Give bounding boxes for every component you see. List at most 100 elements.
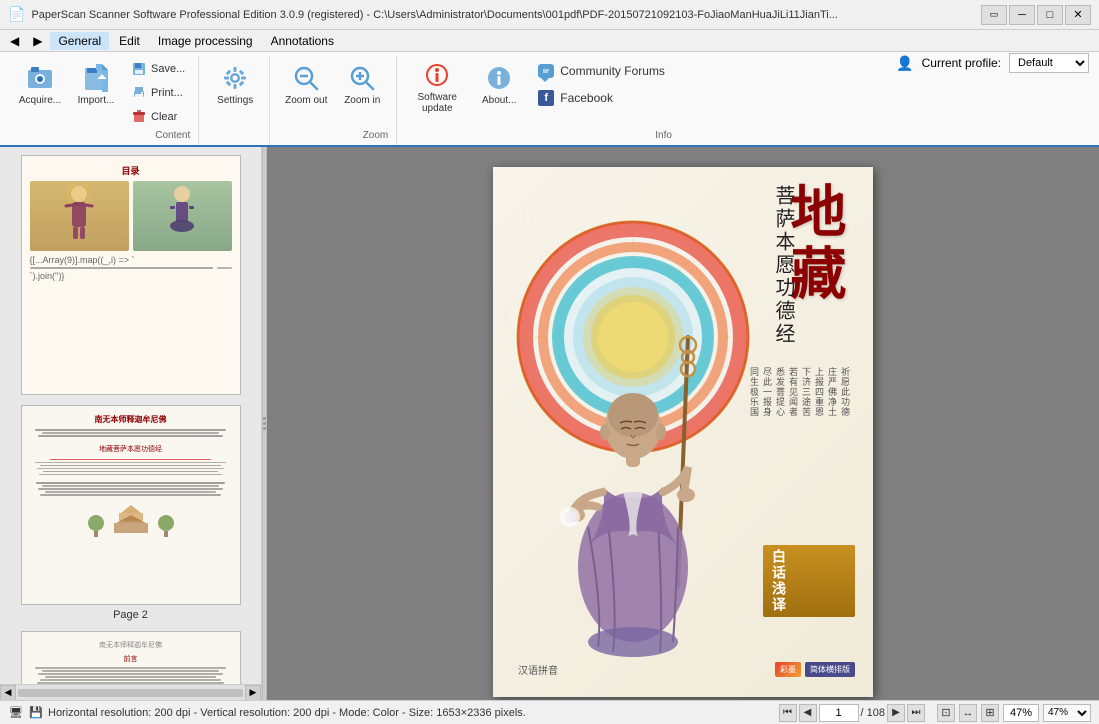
zoom-group-label: Zoom xyxy=(363,130,389,141)
menu-bar: ◀ ▶ General Edit Image processing Annota… xyxy=(0,30,1099,52)
settings-icon xyxy=(221,64,249,92)
right-text-col-7: 尽此一报身 xyxy=(760,367,774,417)
about-button[interactable]: About... xyxy=(471,56,527,112)
community-forums-icon xyxy=(538,64,554,78)
right-text-col-4: 下济三途苦 xyxy=(799,367,813,417)
first-page-button[interactable]: ⏮ xyxy=(779,704,797,722)
clear-icon xyxy=(131,109,147,125)
page-total: / 108 xyxy=(861,707,885,719)
bottom-left-label: 汉语拼音 xyxy=(518,662,558,677)
clear-button[interactable]: Clear xyxy=(126,106,190,128)
restore-down-button[interactable]: ▭ xyxy=(981,5,1007,25)
software-update-label: Software update xyxy=(418,92,457,114)
zoom-out-label: Zoom out xyxy=(285,95,327,106)
status-icon-2[interactable]: 💾 xyxy=(28,705,44,721)
import-icon xyxy=(82,64,110,92)
software-update-button[interactable]: Software update xyxy=(407,56,467,117)
actual-size-button[interactable]: ⊞ xyxy=(981,704,999,722)
settings-button[interactable]: Settings xyxy=(209,56,261,112)
settings-label: Settings xyxy=(217,95,253,106)
edition-badge: 简体横排版 xyxy=(805,662,855,677)
print-icon xyxy=(131,85,147,101)
tab-image-processing[interactable]: Image processing xyxy=(150,32,261,50)
print-label: Print... xyxy=(151,87,183,99)
tab-general[interactable]: General xyxy=(50,32,109,50)
app-icon: 📄 xyxy=(8,6,25,23)
maximize-icon: □ xyxy=(1047,9,1054,21)
scroll-left-button[interactable]: ◀ xyxy=(0,685,16,701)
thumbnail-3-image: 南无本师释迦牟尼佛 前言 xyxy=(21,631,241,684)
acquire-label: Acquire... xyxy=(19,95,61,106)
thumbnail-1[interactable]: 目录 xyxy=(21,155,241,395)
thumbnail-3[interactable]: 南无本师释迦牟尼佛 前言 xyxy=(21,631,241,684)
maximize-button[interactable]: □ xyxy=(1037,5,1063,25)
page-navigation: ⏮ ◀ / 108 ▶ ⏭ xyxy=(779,704,925,722)
next-page-button[interactable]: ▶ xyxy=(887,704,905,722)
status-icons: ⊡ ↔ ⊞ xyxy=(937,704,999,722)
profile-select[interactable]: Default xyxy=(1009,53,1089,73)
acquire-button[interactable]: Acquire... xyxy=(14,56,66,112)
zoom-dropdown[interactable]: 47% 25% 50% 75% 100% 150% 200% xyxy=(1043,704,1091,722)
fit-width-button[interactable]: ↔ xyxy=(959,704,977,722)
ribbon-group-content: Acquire... Import... xyxy=(6,56,199,145)
document-view[interactable]: 地藏 菩萨本愿功德经 祈愿此功德 庄严佛净土 上报四重恩 下济三途苦 若有见闻者… xyxy=(267,147,1099,700)
scroll-right-button[interactable]: ▶ xyxy=(245,685,261,701)
right-text-col-1: 祈愿此功德 xyxy=(838,367,852,417)
color-badge: 彩墨 xyxy=(775,662,801,677)
status-resolution-text: Horizontal resolution: 200 dpi - Vertica… xyxy=(48,707,775,719)
info-group-label: Info xyxy=(655,130,672,141)
horizontal-scrollbar-track[interactable] xyxy=(18,689,243,697)
white-translation-label: 白话浅译 xyxy=(769,549,789,613)
import-button[interactable]: Import... xyxy=(70,56,122,112)
zoom-input[interactable]: 47% xyxy=(1003,704,1039,722)
facebook-label: Facebook xyxy=(560,91,613,105)
minimize-button[interactable]: ─ xyxy=(1009,5,1035,25)
zoom-in-label: Zoom in xyxy=(344,95,380,106)
community-forums-button[interactable]: Community Forums xyxy=(531,60,672,82)
right-text-col-5: 若有见闻者 xyxy=(786,367,800,417)
main-content: 目录 xyxy=(0,147,1099,700)
right-text-col-3: 上报四重恩 xyxy=(812,367,826,417)
right-text-col-2: 庄严佛净土 xyxy=(825,367,839,417)
zoom-out-button[interactable]: Zoom out xyxy=(280,56,332,112)
ribbon-group-settings: Settings S xyxy=(201,56,270,145)
profile-label: Current profile: xyxy=(922,56,1001,70)
chinese-subtitle: 菩萨本愿功德经 xyxy=(769,185,798,346)
nav-forward-button[interactable]: ▶ xyxy=(27,32,48,50)
facebook-icon: f xyxy=(538,90,554,106)
thumbnail-2-label: Page 2 xyxy=(113,609,148,621)
current-profile-icon: 👤 xyxy=(896,55,913,72)
zoom-out-icon xyxy=(292,64,320,92)
ribbon-group-zoom: Zoom out Zoom in Zoom xyxy=(272,56,397,145)
close-button[interactable]: ✕ xyxy=(1065,5,1091,25)
about-icon xyxy=(485,64,513,92)
horizontal-scrollbar[interactable]: ◀ ▶ xyxy=(0,684,261,700)
status-bar: 🖥 💾 Horizontal resolution: 200 dpi - Ver… xyxy=(0,700,1099,724)
ribbon-group-info: Software update About... xyxy=(399,56,680,145)
right-text-col-6: 悉发菩提心 xyxy=(773,367,787,417)
right-text-col-8: 同生极乐国 xyxy=(747,367,761,417)
title-bar: 📄 PaperScan Scanner Software Professiona… xyxy=(0,0,1099,30)
zoom-in-icon xyxy=(348,64,376,92)
document-page: 地藏 菩萨本愿功德经 祈愿此功德 庄严佛净土 上报四重恩 下济三途苦 若有见闻者… xyxy=(493,167,873,697)
prev-page-button[interactable]: ◀ xyxy=(799,704,817,722)
nav-back-button[interactable]: ◀ xyxy=(4,32,25,50)
zoom-in-button[interactable]: Zoom in xyxy=(336,56,388,112)
thumbnails-scroll[interactable]: 目录 xyxy=(0,147,261,684)
tab-edit[interactable]: Edit xyxy=(111,32,148,50)
thumbnails-panel: 目录 xyxy=(0,147,262,700)
minimize-icon: ─ xyxy=(1018,9,1026,21)
thumbnail-2[interactable]: 南无本师释迦牟尼佛 地藏菩萨本愿功德经 xyxy=(21,405,241,621)
status-icon-1[interactable]: 🖥 xyxy=(8,705,24,721)
content-group-label: Content xyxy=(155,130,190,141)
facebook-button[interactable]: f Facebook xyxy=(531,86,672,110)
save-icon xyxy=(131,61,147,77)
last-page-button[interactable]: ⏭ xyxy=(907,704,925,722)
community-forums-label: Community Forums xyxy=(560,64,665,78)
print-button[interactable]: Print... xyxy=(126,82,190,104)
thumbnail-2-image: 南无本师释迦牟尼佛 地藏菩萨本愿功德经 xyxy=(21,405,241,605)
fit-page-button[interactable]: ⊡ xyxy=(937,704,955,722)
page-number-input[interactable] xyxy=(819,704,859,722)
save-button[interactable]: Save... xyxy=(126,58,190,80)
tab-annotations[interactable]: Annotations xyxy=(263,32,342,50)
